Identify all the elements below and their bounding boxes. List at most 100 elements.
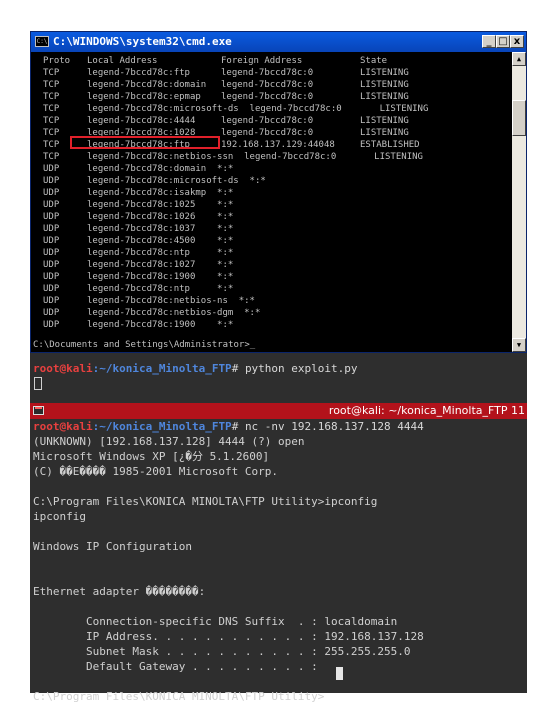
output-line: IP Address. . . . . . . . . . . . : 192.… <box>33 630 424 643</box>
header-state: State <box>360 56 388 66</box>
row-foreign-address: legend-7bccd78c:0 <box>221 128 314 138</box>
row-proto: UDP <box>43 308 60 318</box>
kali-terminal-titlebar[interactable]: root@kali: ~/konica_Minolta_FTP 11 <box>30 403 527 419</box>
row-proto: TCP <box>43 68 60 78</box>
row-local-address: legend-7bccd78c:1900 *:* <box>87 320 234 330</box>
kali-bottom-cursor[interactable] <box>336 667 343 680</box>
netstat-row: UDP legend-7bccd78c:1025 *:* <box>31 199 512 211</box>
output-line: Default Gateway . . . . . . . . . : <box>33 660 318 673</box>
cmd-window-title: C:\WINDOWS\system32\cmd.exe <box>53 35 232 48</box>
scroll-down-arrow-icon[interactable]: ▼ <box>512 338 526 352</box>
row-proto: TCP <box>43 140 60 150</box>
row-local-address: legend-7bccd78c:1037 *:* <box>87 224 234 234</box>
row-proto: UDP <box>43 164 60 174</box>
cmd-scrollbar[interactable]: ▲ ▼ <box>512 52 526 352</box>
header-proto: Proto <box>43 56 71 66</box>
row-local-address: legend-7bccd78c:domain *:* <box>87 164 234 174</box>
row-local-address: legend-7bccd78c:microsoft-ds *:* <box>87 176 266 186</box>
row-local-address: legend-7bccd78c:netbios-ns *:* <box>87 296 255 306</box>
row-proto: UDP <box>43 284 60 294</box>
terminal-icon <box>33 406 44 415</box>
netstat-row: UDP legend-7bccd78c:1037 *:* <box>31 223 512 235</box>
netstat-row: UDP legend-7bccd78c:netbios-dgm *:* <box>31 307 512 319</box>
output-line: Microsoft Windows XP [¿�分 5.1.2600] <box>33 450 270 463</box>
row-proto: UDP <box>43 236 60 246</box>
output-line: (UNKNOWN) [192.168.137.128] 4444 (?) ope… <box>33 435 305 448</box>
row-proto: UDP <box>43 320 60 330</box>
netstat-row: UDP legend-7bccd78c:netbios-ns *:* <box>31 295 512 307</box>
row-local-address: legend-7bccd78c:ntp *:* <box>87 248 234 258</box>
row-local-address: legend-7bccd78c:ntp *:* <box>87 284 234 294</box>
netstat-row: TCP legend-7bccd78c:ftp legend-7bccd78c:0 L… <box>31 67 512 79</box>
output-line: C:\Program Files\KONICA MINOLTA\FTP Util… <box>33 690 325 703</box>
netstat-row: UDP legend-7bccd78c:4500 *:* <box>31 235 512 247</box>
scroll-thumb[interactable] <box>512 100 526 136</box>
kali-bottom-command-line: root@kali:~/konica_Minolta_FTP# nc -nv 1… <box>33 419 424 434</box>
row-proto: TCP <box>43 116 60 126</box>
header-local-address: Local Address <box>87 56 158 66</box>
kali-top-cursor[interactable] <box>34 377 42 390</box>
row-proto: UDP <box>43 212 60 222</box>
row-state: LISTENING <box>360 92 409 102</box>
row-local-address: legend-7bccd78c:4444 <box>87 116 196 126</box>
row-proto: TCP <box>43 152 60 162</box>
output-line: Windows IP Configuration <box>33 540 192 553</box>
row-local-address: legend-7bccd78c:1027 *:* <box>87 260 234 270</box>
row-foreign-address: legend-7bccd78c:0 <box>221 68 314 78</box>
row-proto: TCP <box>43 92 60 102</box>
scroll-up-arrow-icon[interactable]: ▲ <box>512 52 526 66</box>
netstat-row: UDP legend-7bccd78c:1900 *:* <box>31 319 512 331</box>
row-state: LISTENING <box>360 116 409 126</box>
header-foreign-address: Foreign Address <box>221 56 303 66</box>
prompt-path: :~/konica_Minolta_FTP <box>92 420 232 433</box>
cmd-console-output[interactable]: Proto Local Address Foreign Address Stat… <box>31 52 512 352</box>
row-foreign-address: legend-7bccd78c:0 <box>221 116 314 126</box>
netstat-row: UDP legend-7bccd78c:isakmp *:* <box>31 187 512 199</box>
netstat-row: UDP legend-7bccd78c:microsoft-ds *:* <box>31 175 512 187</box>
row-local-address: legend-7bccd78c:microsoft-ds legend-7bcc… <box>87 104 429 114</box>
row-local-address: legend-7bccd78c:ftp <box>87 68 190 78</box>
netstat-row: UDP legend-7bccd78c:1027 *:* <box>31 259 512 271</box>
row-local-address: legend-7bccd78c:domain <box>87 80 207 90</box>
row-proto: UDP <box>43 248 60 258</box>
netstat-row: UDP legend-7bccd78c:ntp *:* <box>31 247 512 259</box>
command-text: python exploit.py <box>244 362 358 375</box>
netstat-row: TCP legend-7bccd78c:domain legend-7bccd78c… <box>31 79 512 91</box>
cmd-prompt[interactable]: C:\Documents and Settings\Administrator>… <box>33 339 255 351</box>
row-local-address: legend-7bccd78c:4500 *:* <box>87 236 234 246</box>
cmd-app-icon: C:\ <box>35 36 49 47</box>
prompt-symbol: # <box>231 362 245 375</box>
netstat-row: UDP legend-7bccd78c:domain *:* <box>31 163 512 175</box>
output-line: (C) ��Ε���� 1985-2001 Microsoft Corp. <box>33 465 279 478</box>
prompt-symbol: # <box>231 420 245 433</box>
row-local-address: legend-7bccd78c:epmap <box>87 92 201 102</box>
close-button[interactable]: x <box>510 35 524 48</box>
cmd-titlebar[interactable]: C:\ C:\WINDOWS\system32\cmd.exe _ □ x <box>31 32 526 52</box>
kali-terminal-title: root@kali: ~/konica_Minolta_FTP 11 <box>328 404 525 417</box>
row-proto: UDP <box>43 272 60 282</box>
maximize-button[interactable]: □ <box>496 35 510 48</box>
netstat-header: Proto Local Address Foreign Address Stat… <box>31 55 512 67</box>
cmd-window: C:\ C:\WINDOWS\system32\cmd.exe _ □ x Pr… <box>30 31 527 353</box>
netstat-row: TCP legend-7bccd78c:microsoft-ds legend-7… <box>31 103 512 115</box>
row-local-address: legend-7bccd78c:1025 *:* <box>87 200 234 210</box>
command-text: nc -nv 192.168.137.128 4444 <box>244 420 424 433</box>
output-line: ipconfig <box>33 510 86 523</box>
row-local-address: legend-7bccd78c:1026 *:* <box>87 212 234 222</box>
output-line: Subnet Mask . . . . . . . . . . . : 255.… <box>33 645 411 658</box>
netstat-row: TCP legend-7bccd78c:netbios-ssn legend-7b… <box>31 151 512 163</box>
row-state: ESTABLISHED <box>360 140 420 150</box>
row-proto: TCP <box>43 128 60 138</box>
row-local-address: legend-7bccd78c:netbios-ssn legend-7bccd… <box>87 152 423 162</box>
row-proto: UDP <box>43 296 60 306</box>
prompt-path: :~/konica_Minolta_FTP <box>92 362 232 375</box>
row-proto: UDP <box>43 260 60 270</box>
netstat-row: UDP legend-7bccd78c:1026 *:* <box>31 211 512 223</box>
prompt-user: root@kali <box>33 420 93 433</box>
output-line: C:\Program Files\KONICA MINOLTA\FTP Util… <box>33 495 378 508</box>
row-foreign-address: 192.168.137.129:44048 <box>221 140 335 150</box>
netstat-row: UDP legend-7bccd78c:ntp *:* <box>31 283 512 295</box>
row-proto: UDP <box>43 176 60 186</box>
minimize-button[interactable]: _ <box>482 35 496 48</box>
port-4444-highlight <box>70 136 220 149</box>
